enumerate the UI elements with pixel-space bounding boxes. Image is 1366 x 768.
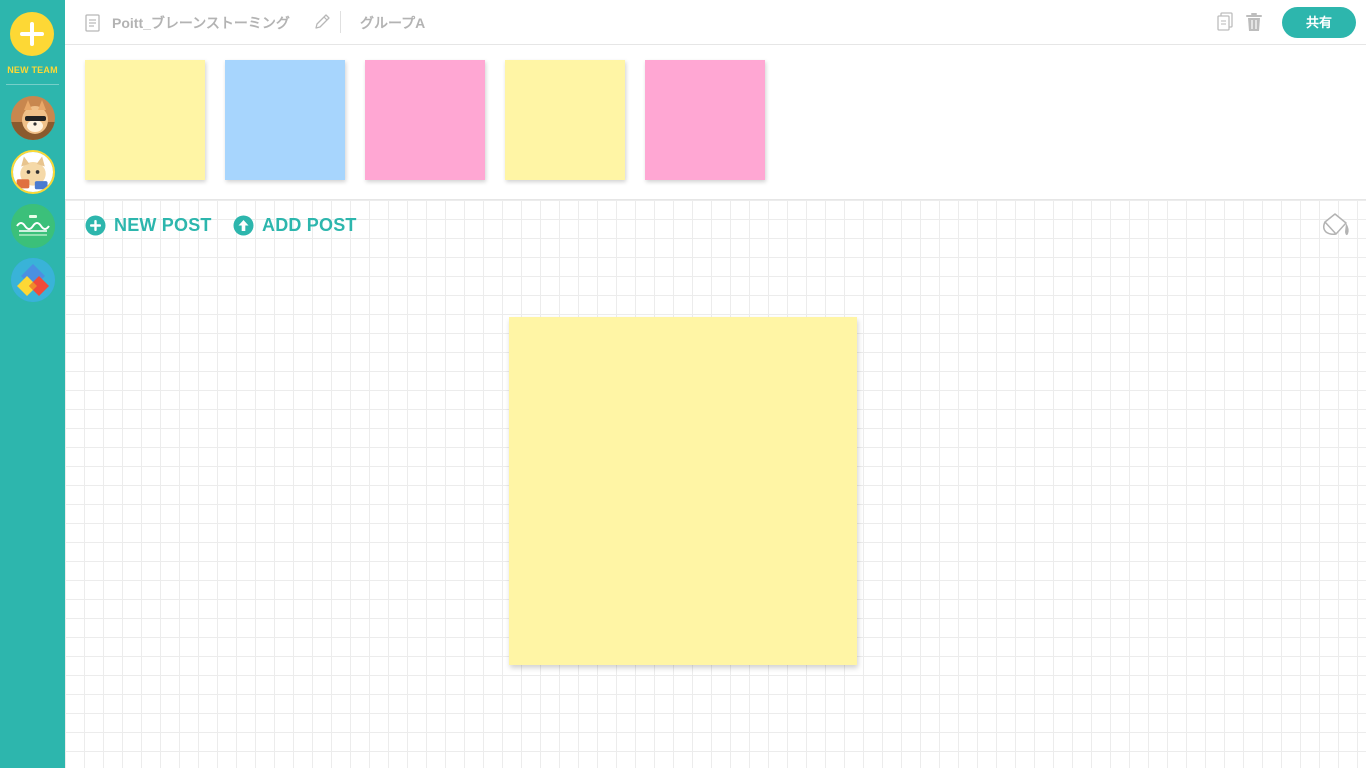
arrow-up-circle-icon xyxy=(233,215,254,235)
add-post-label: ADD POST xyxy=(262,214,357,235)
new-team-label: NEW TEAM xyxy=(7,65,58,75)
trash-icon[interactable] xyxy=(1245,12,1263,32)
new-post-label: NEW POST xyxy=(114,214,212,235)
sidebar-divider xyxy=(6,84,59,85)
palette-note-pink[interactable] xyxy=(645,60,765,180)
plus-circle-icon xyxy=(85,215,106,235)
colored-diamond-logo-icon xyxy=(11,258,55,302)
board-canvas[interactable]: NEW POST ADD POST xyxy=(65,200,1366,768)
furukuru-logo-icon xyxy=(11,204,55,248)
palette-note-yellow[interactable] xyxy=(505,60,625,180)
cat-avatar-icon xyxy=(13,152,53,192)
share-button[interactable]: 共有 xyxy=(1282,7,1356,38)
header-divider xyxy=(340,11,341,33)
team-avatar-cat[interactable] xyxy=(11,150,55,194)
palette-note-yellow[interactable] xyxy=(85,60,205,180)
new-team-button[interactable] xyxy=(10,12,54,56)
sticky-note[interactable] xyxy=(509,317,857,665)
team-avatar-diamond[interactable] xyxy=(11,258,55,302)
board-title: Poitt_ブレーンストーミング xyxy=(112,15,290,31)
shiba-dog-avatar-icon xyxy=(11,96,55,140)
paint-bucket-icon[interactable] xyxy=(1321,212,1351,238)
group-name: グループA xyxy=(360,15,426,31)
copy-board-icon[interactable] xyxy=(1216,12,1234,32)
team-avatar-furukuru[interactable] xyxy=(11,204,55,248)
add-post-button[interactable]: ADD POST xyxy=(233,214,357,236)
board-header: Poitt_ブレーンストーミング グループA 共有 xyxy=(65,0,1366,45)
pencil-edit-icon[interactable] xyxy=(313,13,331,31)
palette-note-pink[interactable] xyxy=(365,60,485,180)
sticky-note-palette xyxy=(65,45,1366,200)
team-avatar-shiba[interactable] xyxy=(11,96,55,140)
palette-note-blue[interactable] xyxy=(225,60,345,180)
new-post-button[interactable]: NEW POST xyxy=(85,214,212,236)
team-sidebar: NEW TEAM xyxy=(0,0,65,768)
document-icon xyxy=(85,14,100,32)
